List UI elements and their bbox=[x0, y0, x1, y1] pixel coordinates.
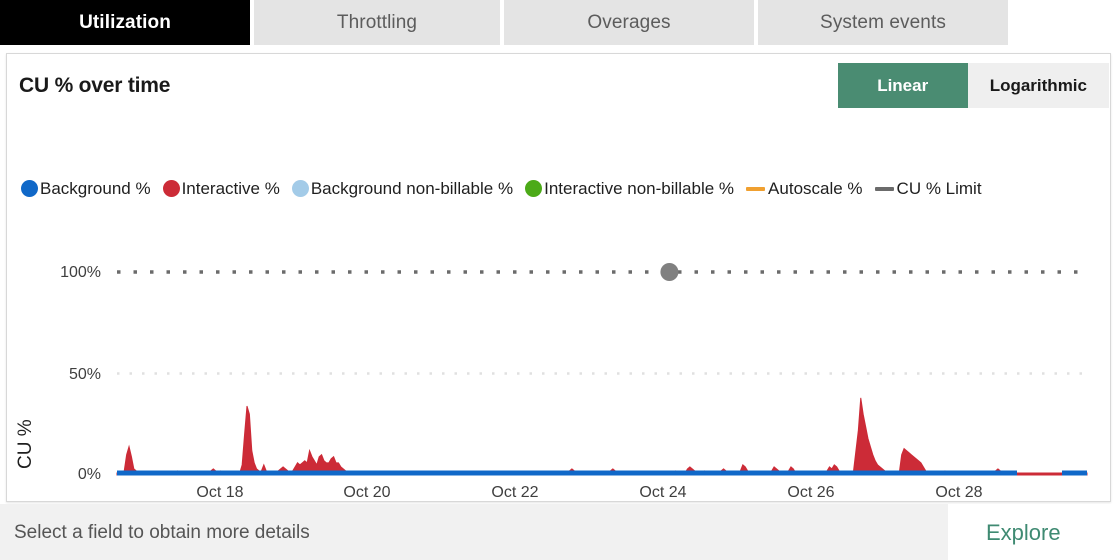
legend-label: Background non-billable % bbox=[310, 179, 514, 198]
tab-label: Utilization bbox=[79, 11, 171, 33]
legend-item-interactive-non-billable[interactable]: Interactive non-billable % bbox=[525, 180, 734, 197]
scale-linear-button[interactable]: Linear bbox=[837, 63, 968, 108]
legend-label: Interactive % bbox=[181, 179, 280, 198]
footer-hint: Select a field to obtain more details bbox=[14, 522, 310, 543]
page-title: CU % over time bbox=[19, 74, 171, 97]
legend-label: Interactive non-billable % bbox=[544, 179, 735, 198]
legend-item-cu-limit[interactable]: CU % Limit bbox=[874, 179, 982, 198]
explore-link[interactable]: Explore bbox=[986, 520, 1061, 546]
legend-item-background[interactable]: Background % bbox=[21, 180, 151, 197]
legend-dot-icon bbox=[162, 180, 180, 197]
scale-toggle: Linear Logarithmic bbox=[837, 63, 1109, 108]
legend-item-autoscale[interactable]: Autoscale % bbox=[746, 180, 863, 197]
legend-item-background-non-billable[interactable]: Background non-billable % bbox=[291, 179, 514, 198]
chart-legend: Background % Interactive % Background no… bbox=[21, 180, 994, 197]
legend-line-icon bbox=[874, 186, 894, 191]
chart-plot-area[interactable]: CU % 100% 50% 0% Oct 18 Oct 20 Oct 22 Oc… bbox=[7, 214, 1112, 504]
legend-item-interactive[interactable]: Interactive % bbox=[162, 179, 280, 198]
legend-dot-icon bbox=[525, 180, 543, 197]
tab-label: System events bbox=[820, 11, 946, 33]
chart-card: CU % over time Linear Logarithmic Backgr… bbox=[6, 53, 1112, 548]
x-axis-tick: Oct 22 bbox=[491, 484, 539, 501]
legend-dot-icon bbox=[291, 180, 309, 197]
tab-system-events[interactable]: System events bbox=[758, 0, 1008, 45]
card-footer: Select a field to obtain more details Ex… bbox=[0, 504, 1117, 560]
legend-label: Background % bbox=[40, 179, 151, 198]
x-axis-tick: Oct 18 bbox=[196, 484, 244, 501]
tab-label: Throttling bbox=[336, 11, 418, 33]
tab-overages[interactable]: Overages bbox=[504, 0, 754, 45]
tab-bar: Utilization Throttling Overages System e… bbox=[0, 0, 1117, 45]
tab-utilization[interactable]: Utilization bbox=[0, 0, 250, 45]
legend-label: CU % Limit bbox=[896, 179, 982, 198]
x-axis-tick: Oct 26 bbox=[787, 484, 835, 501]
x-axis-tick: Oct 20 bbox=[343, 484, 391, 501]
legend-line-icon bbox=[746, 186, 766, 191]
legend-dot-icon bbox=[21, 180, 38, 197]
legend-label: Autoscale % bbox=[768, 179, 863, 198]
scale-logarithmic-label: Logarithmic bbox=[989, 75, 1087, 95]
scale-linear-label: Linear bbox=[877, 75, 929, 95]
scale-logarithmic-button[interactable]: Logarithmic bbox=[967, 63, 1109, 108]
tab-label: Overages bbox=[587, 11, 671, 33]
x-axis-tick: Oct 24 bbox=[639, 484, 687, 501]
chart-svg bbox=[116, 263, 1088, 476]
x-axis-tick: Oct 28 bbox=[935, 484, 983, 501]
tab-throttling[interactable]: Throttling bbox=[254, 0, 500, 45]
